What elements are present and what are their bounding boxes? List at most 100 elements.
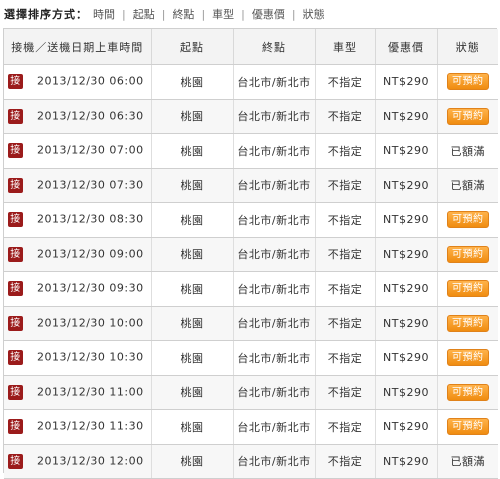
- pickup-badge: 接: [8, 212, 23, 228]
- table-row: 接 2013/12/30 07:30 桃園 台北市/新北市 不指定 NT$290 已額滿: [4, 168, 498, 203]
- datetime-text: 2013/12/30 08:30: [37, 212, 144, 226]
- cell-origin: 桃園: [151, 444, 234, 479]
- cell-price: NT$290: [375, 168, 438, 203]
- sort-option-time[interactable]: 時間: [90, 6, 118, 22]
- cell-destination: 台北市/新北市: [233, 375, 316, 410]
- header-status: 狀態: [437, 29, 498, 65]
- cell-datetime: 接 2013/12/30 07:00: [4, 133, 152, 169]
- book-button[interactable]: 可預約: [446, 418, 489, 436]
- datetime-text: 2013/12/30 09:00: [37, 247, 144, 261]
- cell-datetime: 接 2013/12/30 06:30: [4, 99, 152, 134]
- cell-origin: 桃園: [151, 133, 234, 169]
- cell-origin: 桃園: [151, 306, 234, 341]
- cell-datetime: 接 2013/12/30 12:00: [4, 444, 152, 479]
- cell-price: NT$290: [375, 99, 438, 134]
- header-origin: 起點: [151, 29, 234, 65]
- sort-option-status[interactable]: 狀態: [300, 6, 328, 22]
- table-row: 接 2013/12/30 06:30 桃園 台北市/新北市 不指定 NT$290 可預約: [4, 99, 498, 134]
- cell-datetime: 接 2013/12/30 11:00: [4, 375, 152, 410]
- cell-price: NT$290: [375, 271, 438, 307]
- cell-car-type: 不指定: [315, 202, 376, 238]
- pickup-badge: 接: [8, 108, 23, 124]
- datetime-text: 2013/12/30 10:30: [37, 350, 144, 364]
- cell-status: 可預約: [437, 271, 498, 307]
- cell-status: 可預約: [437, 409, 498, 445]
- divider: |: [161, 7, 166, 21]
- book-button[interactable]: 可預約: [446, 383, 489, 401]
- table-row: 接 2013/12/30 09:30 桃園 台北市/新北市 不指定 NT$290 可預約: [4, 271, 498, 307]
- book-button[interactable]: 可預約: [446, 245, 489, 263]
- cell-origin: 桃園: [151, 409, 234, 445]
- book-button[interactable]: 可預約: [446, 349, 489, 367]
- cell-car-type: 不指定: [315, 64, 376, 100]
- pickup-badge: 接: [8, 453, 23, 469]
- cell-datetime: 接 2013/12/30 11:30: [4, 409, 152, 445]
- header-destination: 終點: [233, 29, 316, 65]
- book-button[interactable]: 可預約: [446, 314, 489, 332]
- cell-datetime: 接 2013/12/30 10:00: [4, 306, 152, 341]
- cell-car-type: 不指定: [315, 271, 376, 307]
- divider: |: [122, 7, 126, 21]
- book-button[interactable]: 可預約: [446, 211, 489, 229]
- cell-destination: 台北市/新北市: [233, 340, 316, 376]
- cell-datetime: 接 2013/12/30 08:30: [4, 202, 152, 238]
- book-button[interactable]: 可預約: [446, 107, 489, 125]
- table-row: 接 2013/12/30 06:00 桃園 台北市/新北市 不指定 NT$290 可預約: [4, 64, 498, 100]
- cell-status: 可預約: [437, 375, 498, 410]
- cell-price: NT$290: [375, 375, 438, 410]
- table-body: 接 2013/12/30 06:00 桃園 台北市/新北市 不指定 NT$290 可預約接 2…: [4, 64, 498, 479]
- schedule-table-container: 接機／送機日期上車時間 起點 終點 車型 優惠價 狀態 接 2013/12/30 …: [3, 28, 498, 479]
- divider: |: [291, 7, 296, 21]
- cell-destination: 台北市/新北市: [233, 99, 316, 134]
- cell-price: NT$290: [375, 237, 438, 272]
- cell-datetime: 接 2013/12/30 07:30: [4, 168, 152, 203]
- cell-status: 已額滿: [437, 133, 498, 169]
- cell-car-type: 不指定: [315, 306, 376, 341]
- sort-bar: 選擇排序方式： 時間 | 起點 | 終點 | 車型 | 優惠價 | 狀態: [0, 0, 500, 28]
- pickup-badge: 接: [8, 281, 23, 297]
- cell-status: 可預約: [437, 202, 498, 238]
- datetime-text: 2013/12/30 07:00: [37, 143, 144, 157]
- book-button[interactable]: 可預約: [446, 73, 489, 91]
- cell-destination: 台北市/新北市: [233, 133, 316, 169]
- cell-car-type: 不指定: [315, 375, 376, 410]
- header-datetime: 接機／送機日期上車時間: [4, 29, 152, 65]
- cell-car-type: 不指定: [315, 340, 376, 376]
- sort-option-destination[interactable]: 終點: [169, 6, 197, 22]
- cell-destination: 台北市/新北市: [233, 168, 316, 203]
- schedule-table: 接機／送機日期上車時間 起點 終點 車型 優惠價 狀態 接 2013/12/30 …: [4, 29, 498, 479]
- datetime-text: 2013/12/30 10:00: [37, 316, 144, 330]
- cell-origin: 桃園: [151, 168, 234, 203]
- cell-datetime: 接 2013/12/30 09:00: [4, 237, 152, 272]
- cell-status: 可預約: [437, 64, 498, 100]
- table-row: 接 2013/12/30 09:00 桃園 台北市/新北市 不指定 NT$290 可預約: [4, 237, 498, 272]
- cell-origin: 桃園: [151, 237, 234, 272]
- datetime-text: 2013/12/30 11:00: [37, 385, 144, 399]
- divider: |: [201, 7, 206, 21]
- cell-status: 已額滿: [437, 168, 498, 203]
- datetime-text: 2013/12/30 11:30: [37, 419, 144, 433]
- cell-price: NT$290: [375, 306, 438, 341]
- table-row: 接 2013/12/30 08:30 桃園 台北市/新北市 不指定 NT$290 可預約: [4, 202, 498, 238]
- cell-origin: 桃園: [151, 64, 234, 100]
- sort-option-car-type[interactable]: 車型: [209, 6, 237, 22]
- table-header-row: 接機／送機日期上車時間 起點 終點 車型 優惠價 狀態: [4, 29, 498, 65]
- cell-price: NT$290: [375, 340, 438, 376]
- cell-price: NT$290: [375, 202, 438, 238]
- datetime-text: 2013/12/30 06:30: [37, 109, 144, 123]
- status-full-text: 已額滿: [450, 455, 485, 469]
- status-full-text: 已額滿: [450, 144, 485, 158]
- cell-status: 可預約: [437, 306, 498, 341]
- cell-destination: 台北市/新北市: [233, 237, 316, 272]
- pickup-badge: 接: [8, 384, 23, 400]
- table-row: 接 2013/12/30 11:00 桃園 台北市/新北市 不指定 NT$290 可預約: [4, 375, 498, 410]
- cell-destination: 台北市/新北市: [233, 306, 316, 341]
- divider: |: [241, 7, 245, 21]
- book-button[interactable]: 可預約: [446, 280, 489, 298]
- sort-option-price[interactable]: 優惠價: [249, 6, 288, 22]
- status-full-text: 已額滿: [450, 179, 485, 193]
- header-price: 優惠價: [375, 29, 438, 65]
- cell-status: 可預約: [437, 340, 498, 376]
- datetime-text: 2013/12/30 12:00: [37, 454, 144, 468]
- sort-option-origin[interactable]: 起點: [130, 6, 158, 22]
